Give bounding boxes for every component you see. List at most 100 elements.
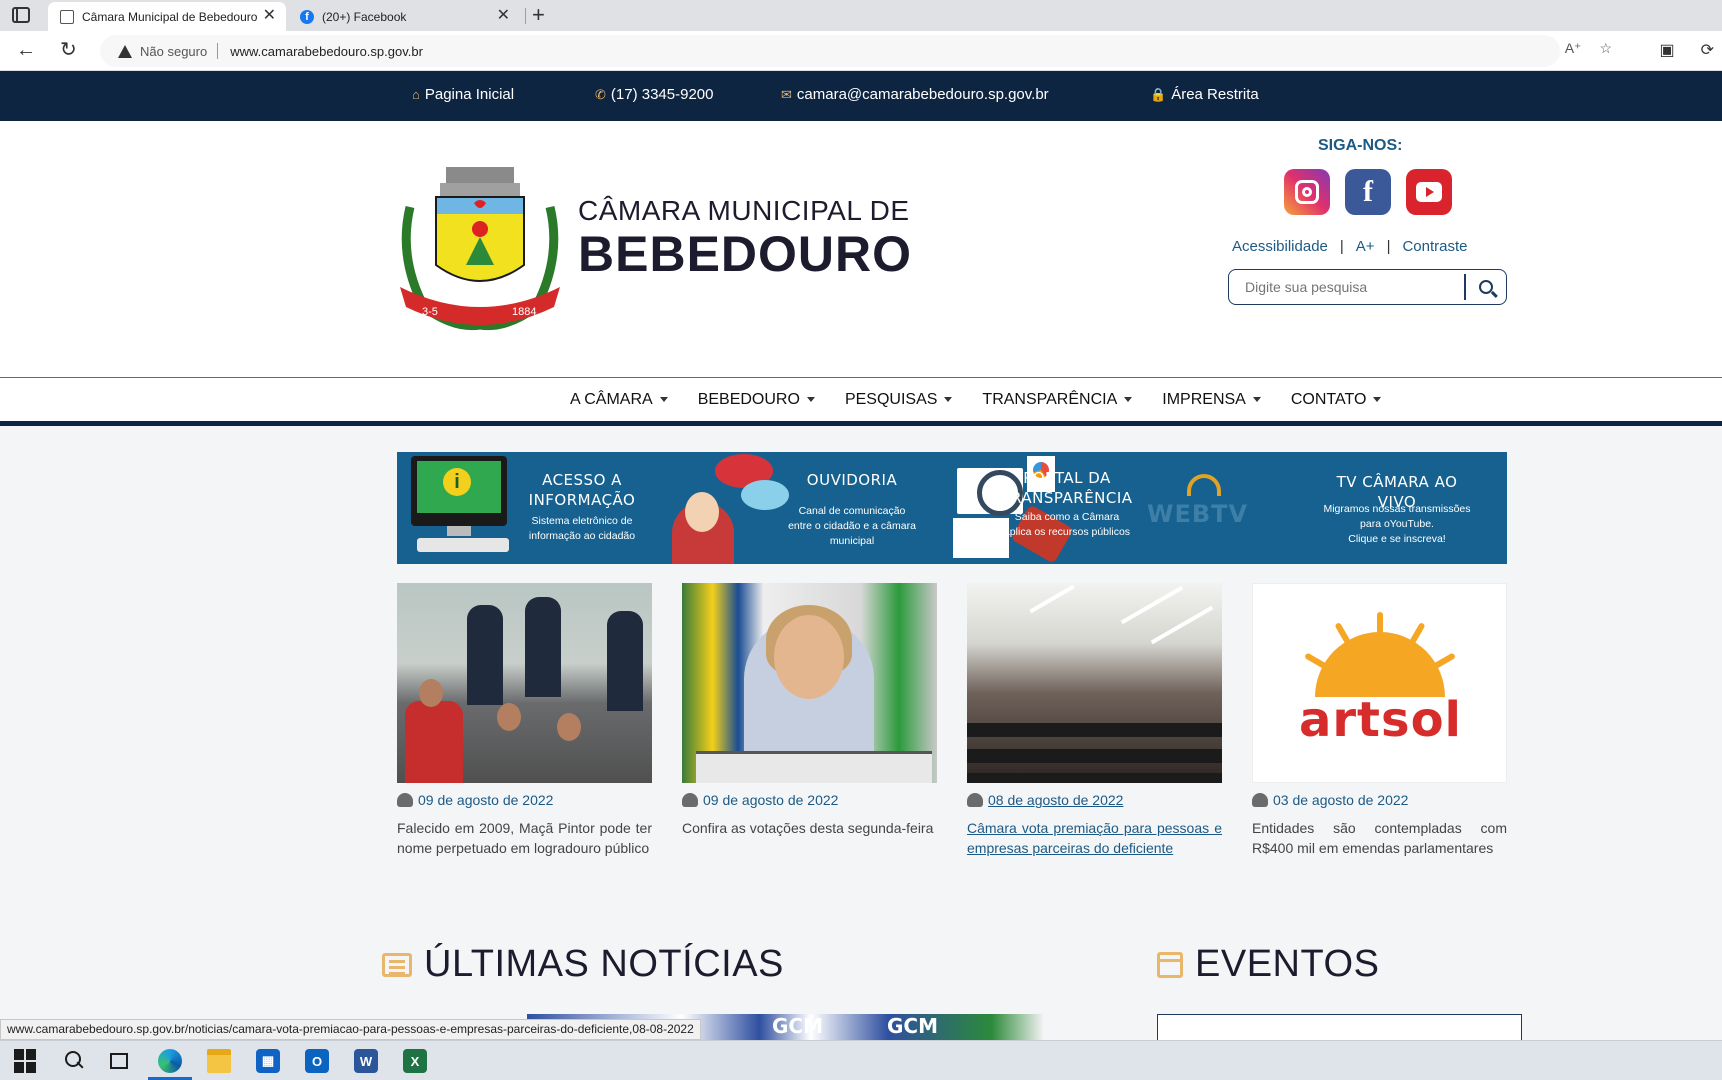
news-date: 03 de agosto de 2022 <box>1252 791 1507 809</box>
nav-item-bebedouro[interactable]: BEBEDOURO <box>698 391 815 409</box>
contrast-link[interactable]: Contraste <box>1402 238 1467 255</box>
gcm-label: GCM <box>772 1014 823 1038</box>
word-icon[interactable]: W <box>354 1049 378 1073</box>
page-icon <box>60 10 74 24</box>
brand-title-line1: CÂMARA MUNICIPAL DE <box>578 195 910 226</box>
store-icon[interactable]: ▦ <box>256 1049 280 1073</box>
news-photo[interactable] <box>967 583 1222 783</box>
photo-detail <box>967 773 1222 783</box>
url-text[interactable]: www.camarabebedouro.sp.gov.br <box>230 44 423 59</box>
main-navigation: A CÂMARA BEBEDOURO PESQUISAS TRANSPARÊNC… <box>0 377 1722 426</box>
municipal-crest-logo[interactable]: BEBEDOURO 3-5 1884 <box>394 157 566 333</box>
site-topbar: ⌂ Pagina Inicial ✆ (17) 3345-9200 ✉ cama… <box>0 71 1722 121</box>
email-label: camara@camarabebedouro.sp.gov.br <box>796 86 1049 103</box>
tab-actions-icon[interactable] <box>12 7 30 23</box>
news-headline[interactable]: Confira as votações desta segunda-feira <box>682 818 937 838</box>
news-photo[interactable] <box>397 583 652 783</box>
back-icon[interactable]: ← <box>16 39 36 61</box>
follow-us-label: SIGA-NOS: <box>1318 137 1403 154</box>
nav-item-imprensa[interactable]: IMPRENSA <box>1162 391 1261 409</box>
home-label: Pagina Inicial <box>424 86 515 103</box>
address-bar: ← ↻ Não seguro www.camarabebedouro.sp.go… <box>0 31 1722 71</box>
photo-figure <box>405 701 463 783</box>
windows-start-icon[interactable] <box>14 1049 38 1073</box>
caret-down-icon <box>1124 397 1133 403</box>
nav-item-transparencia[interactable]: TRANSPARÊNCIA <box>982 391 1133 409</box>
separator: | <box>1386 238 1391 255</box>
accessibility-link[interactable]: Acessibilidade <box>1232 238 1328 255</box>
photo-figure <box>696 751 932 783</box>
calendar-icon <box>967 793 983 807</box>
close-icon[interactable]: ✕ <box>497 8 510 24</box>
news-card[interactable]: 09 de agosto de 2022 Confira as votações… <box>682 583 937 838</box>
news-card[interactable]: artsol 03 de agosto de 2022 Entidades sã… <box>1252 583 1507 858</box>
caret-down-icon <box>1373 397 1382 403</box>
read-aloud-icon[interactable]: A⁺ <box>1565 40 1582 57</box>
calendar-icon <box>1157 951 1183 978</box>
accessibility-tools: Acessibilidade | A+ | Contraste <box>1232 238 1468 255</box>
search-button[interactable] <box>1466 271 1506 303</box>
envelope-icon: ✉ <box>781 86 792 102</box>
new-tab-button[interactable]: + <box>532 2 545 28</box>
site-search <box>1228 269 1507 305</box>
news-date: 09 de agosto de 2022 <box>682 791 937 809</box>
photo-figure <box>774 615 844 699</box>
url-field[interactable]: Não seguro www.camarabebedouro.sp.gov.br <box>100 35 1560 67</box>
search-icon[interactable] <box>62 1049 86 1073</box>
phone-link[interactable]: ✆ (17) 3345-9200 <box>595 86 713 103</box>
security-label[interactable]: Não seguro <box>140 44 207 59</box>
calendar-icon <box>1252 793 1268 807</box>
tab-title: (20+) Facebook <box>322 9 407 24</box>
edge-browser-icon[interactable] <box>158 1049 182 1073</box>
nav-item-pesquisas[interactable]: PESQUISAS <box>845 391 953 409</box>
news-photo[interactable] <box>682 583 937 783</box>
site-header: BEBEDOURO 3-5 1884 CÂMARA MUNICIPAL DE B… <box>0 121 1722 377</box>
photo-detail <box>1029 584 1075 614</box>
close-icon[interactable]: ✕ <box>263 8 276 24</box>
banner-tv-live[interactable]: WEBTV TV CÂMARA AO VIVO Migramos nossas … <box>397 452 1507 564</box>
news-headline[interactable]: Câmara vota premiação para pessoas e emp… <box>967 818 1222 858</box>
nav-item-a-camara[interactable]: A CÂMARA <box>570 391 668 409</box>
file-explorer-icon[interactable] <box>207 1049 231 1073</box>
restricted-area-link[interactable]: 🔒 Área Restrita <box>1150 86 1259 103</box>
youtube-icon[interactable] <box>1406 169 1452 215</box>
news-photo[interactable]: artsol <box>1252 583 1507 783</box>
home-link[interactable]: ⌂ Pagina Inicial <box>412 86 514 103</box>
facebook-icon[interactable]: f <box>1345 169 1391 215</box>
news-date: 09 de agosto de 2022 <box>397 791 652 809</box>
tab-divider <box>525 8 526 24</box>
news-card[interactable]: 09 de agosto de 2022 Falecido em 2009, M… <box>397 583 652 858</box>
refresh-icon[interactable]: ↻ <box>60 39 77 61</box>
outlook-icon[interactable]: O <box>305 1049 329 1073</box>
font-increase-link[interactable]: A+ <box>1356 238 1375 255</box>
photo-detail <box>967 749 1222 763</box>
favorites-star-icon[interactable]: ☆ <box>1599 40 1612 57</box>
separator: | <box>1339 238 1344 255</box>
collections-icon[interactable]: ▣ <box>1659 40 1674 60</box>
caret-down-icon <box>806 397 815 403</box>
tab-camara[interactable]: Câmara Municipal de Bebedouro ✕ <box>48 2 286 31</box>
task-view-icon[interactable] <box>110 1053 128 1069</box>
crest-date-right: 1884 <box>512 306 536 318</box>
nav-item-contato[interactable]: CONTATO <box>1291 391 1382 409</box>
search-input[interactable] <box>1229 272 1464 302</box>
webtv-logo: WEBTV <box>1147 500 1249 528</box>
instagram-icon[interactable] <box>1284 169 1330 215</box>
excel-icon[interactable]: X <box>403 1049 427 1073</box>
crest-ribbon-text: BEBEDOURO <box>438 283 523 298</box>
newspaper-icon <box>382 952 412 977</box>
news-card[interactable]: 08 de agosto de 2022 Câmara vota premiaç… <box>967 583 1222 858</box>
artsol-logo: artsol <box>1298 692 1462 748</box>
photo-figure <box>419 679 443 707</box>
tab-facebook[interactable]: f (20+) Facebook ✕ <box>288 2 520 31</box>
facebook-icon: f <box>300 10 314 24</box>
lock-icon: 🔒 <box>1150 86 1167 102</box>
caret-down-icon <box>659 397 668 403</box>
news-headline[interactable]: Falecido em 2009, Maçã Pintor pode ter n… <box>397 818 652 858</box>
search-icon <box>1478 280 1493 294</box>
email-link[interactable]: ✉ camara@camarabebedouro.sp.gov.br <box>781 86 1049 103</box>
sun-icon <box>1315 632 1445 697</box>
phone-label: (17) 3345-9200 <box>610 86 714 103</box>
news-headline[interactable]: Entidades são contempladas com R$400 mil… <box>1252 818 1507 858</box>
sync-icon[interactable]: ⟳ <box>1701 40 1714 60</box>
